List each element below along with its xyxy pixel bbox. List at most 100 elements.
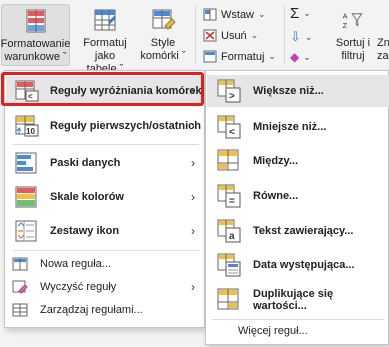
between-icon — [217, 149, 239, 171]
chevron-right-icon: › — [191, 189, 195, 204]
data-bars-icon — [15, 152, 37, 173]
chevron-right-icon: › — [191, 119, 195, 133]
conditional-formatting-label-2: warunkowe ˇ — [4, 51, 67, 63]
format-button[interactable]: Formatuj ⌄ — [203, 50, 276, 63]
date-occurring-icon — [217, 253, 241, 277]
sigma-icon: Σ — [290, 5, 300, 22]
menu-item-icon-sets[interactable]: Zestawy ikon › — [6, 215, 203, 246]
submenu-item-duplicate-values[interactable]: Duplikujące się wartości... — [207, 284, 389, 316]
format-table-label-1: Formatuj jako — [83, 37, 127, 62]
svg-text:Z: Z — [343, 21, 348, 30]
chevron-down-icon: ⌄ — [258, 9, 266, 19]
menu-item-label: Paski danych — [50, 156, 121, 169]
menu-item-label: Zestawy ikon — [50, 224, 120, 237]
submenu-item-label: Data występująca... — [253, 259, 355, 271]
submenu-item-label: Duplikujące się wartości... — [253, 288, 334, 312]
menu-separator — [13, 250, 199, 251]
svg-text:>: > — [229, 91, 235, 102]
chevron-down-icon: ⌄ — [303, 51, 311, 62]
sort-filter-label-1: Sortuj i — [335, 37, 371, 49]
submenu-item-equal-to[interactable]: = Równe... — [207, 180, 389, 212]
svg-text:a: a — [229, 231, 235, 242]
svg-text:A: A — [343, 12, 348, 21]
submenu-item-less-than[interactable]: < Mniejsze niż... — [207, 111, 389, 143]
find-select-button[interactable]: Zn zazn — [377, 37, 389, 63]
delete-button[interactable]: Usuń ⌄ — [203, 29, 258, 42]
submenu-item-more-rules[interactable]: Więcej reguł... — [207, 325, 389, 337]
submenu-item-label: Więcej reguł... — [238, 325, 308, 337]
insert-button[interactable]: Wstaw ⌄ — [203, 8, 266, 21]
submenu-item-label: Między... — [253, 155, 299, 167]
conditional-formatting-button[interactable]: Formatowanie warunkowe ˇ — [1, 4, 70, 66]
submenu-item-label: Równe... — [253, 190, 299, 202]
cell-styles-icon — [152, 9, 176, 30]
autosum-button[interactable]: Σ ⌄ — [290, 5, 311, 22]
insert-cells-icon — [203, 8, 217, 21]
conditional-formatting-menu: < Reguły wyróżniania komórek › 10 Reguły… — [4, 70, 205, 328]
delete-cells-icon — [203, 29, 217, 42]
color-scales-icon — [15, 186, 37, 207]
insert-label: Wstaw — [221, 8, 254, 21]
duplicate-values-icon — [217, 288, 239, 310]
menu-item-label: Wyczyść reguły — [40, 281, 117, 293]
delete-label: Usuń — [221, 29, 247, 42]
menu-item-label: Skale kolorów — [50, 190, 124, 203]
menu-item-new-rule[interactable]: Nowa reguła... — [6, 253, 203, 275]
menu-item-top-bottom-rules[interactable]: 10 Reguły pierwszych/ostatnich › — [6, 111, 203, 141]
menu-item-label: Zarządzaj regułami... — [40, 304, 143, 316]
menu-item-color-scales[interactable]: Skale kolorów › — [6, 181, 203, 212]
menu-item-label: Nowa reguła... — [40, 258, 111, 270]
chevron-right-icon: › — [191, 223, 195, 238]
menu-item-clear-rules[interactable]: Wyczyść reguły › — [6, 276, 203, 298]
clear-button[interactable]: ◆ ⌄ — [290, 50, 311, 64]
menu-item-label: Reguły pierwszych/ostatnich — [50, 120, 201, 132]
fill-button[interactable]: ⇩ ⌄ — [290, 29, 312, 45]
highlight-rules-submenu: > Większe niż... < Mniejsze niż... Międz… — [205, 70, 389, 345]
chevron-down-icon: ⌄ — [250, 30, 259, 40]
menu-item-manage-rules[interactable]: Zarządzaj regułami... — [6, 299, 203, 321]
conditional-formatting-label-1: Formatowanie — [0, 38, 71, 50]
text-contains-icon: a — [217, 219, 241, 243]
chevron-down-icon: ⌄ — [268, 51, 276, 61]
top-bottom-rules-icon: 10 — [15, 115, 39, 137]
chevron-right-icon: › — [191, 155, 195, 170]
svg-text:=: = — [229, 196, 235, 207]
menu-item-data-bars[interactable]: Paski danych › — [6, 147, 203, 178]
ribbon-separator — [284, 6, 285, 64]
submenu-item-greater-than[interactable]: > Większe niż... — [207, 75, 389, 107]
svg-text:10: 10 — [26, 127, 35, 136]
greater-than-icon: > — [217, 79, 241, 103]
less-than-icon: < — [217, 115, 241, 139]
new-rule-icon — [12, 257, 28, 271]
equal-to-icon: = — [217, 184, 241, 208]
format-label: Formatuj — [221, 50, 265, 63]
chevron-down-icon: ⌄ — [304, 31, 313, 42]
cell-styles-label-1: Style — [150, 37, 176, 49]
submenu-item-text-contains[interactable]: a Tekst zawierający... — [207, 215, 389, 247]
eraser-icon: ◆ — [290, 50, 300, 64]
submenu-item-label: Większe niż... — [253, 85, 324, 97]
sort-filter-icon: AZ — [343, 12, 363, 30]
clear-rules-icon — [12, 280, 28, 294]
icon-sets-icon — [15, 220, 37, 241]
submenu-separator — [212, 319, 384, 320]
fill-down-icon: ⇩ — [290, 29, 301, 44]
conditional-formatting-icon — [26, 9, 45, 33]
manage-rules-icon — [12, 303, 28, 317]
highlight-annotation-box — [1, 72, 204, 106]
submenu-item-date-occurring[interactable]: Data występująca... — [207, 249, 389, 281]
cell-styles-button[interactable]: Style komórki ˇ — [138, 8, 188, 63]
svg-text:<: < — [229, 127, 235, 138]
format-cells-icon — [203, 50, 217, 63]
format-as-table-button[interactable]: Formatuj jako tabelę ˇ — [74, 8, 136, 76]
ribbon: Formatowanie warunkowe ˇ Formatuj jako t… — [0, 0, 389, 75]
find-select-label-1: Zn — [377, 37, 389, 49]
sort-filter-label-2: filtruj — [341, 50, 365, 62]
cell-styles-label-2: komórki ˇ — [140, 50, 186, 62]
submenu-item-label: Tekst zawierający... — [253, 225, 354, 237]
submenu-item-between[interactable]: Między... — [207, 145, 389, 177]
ribbon-separator — [195, 6, 196, 64]
sort-filter-button[interactable]: AZ Sortuj i filtruj — [333, 8, 373, 63]
chevron-right-icon: › — [191, 280, 195, 294]
chevron-down-icon: ⌄ — [303, 8, 311, 18]
